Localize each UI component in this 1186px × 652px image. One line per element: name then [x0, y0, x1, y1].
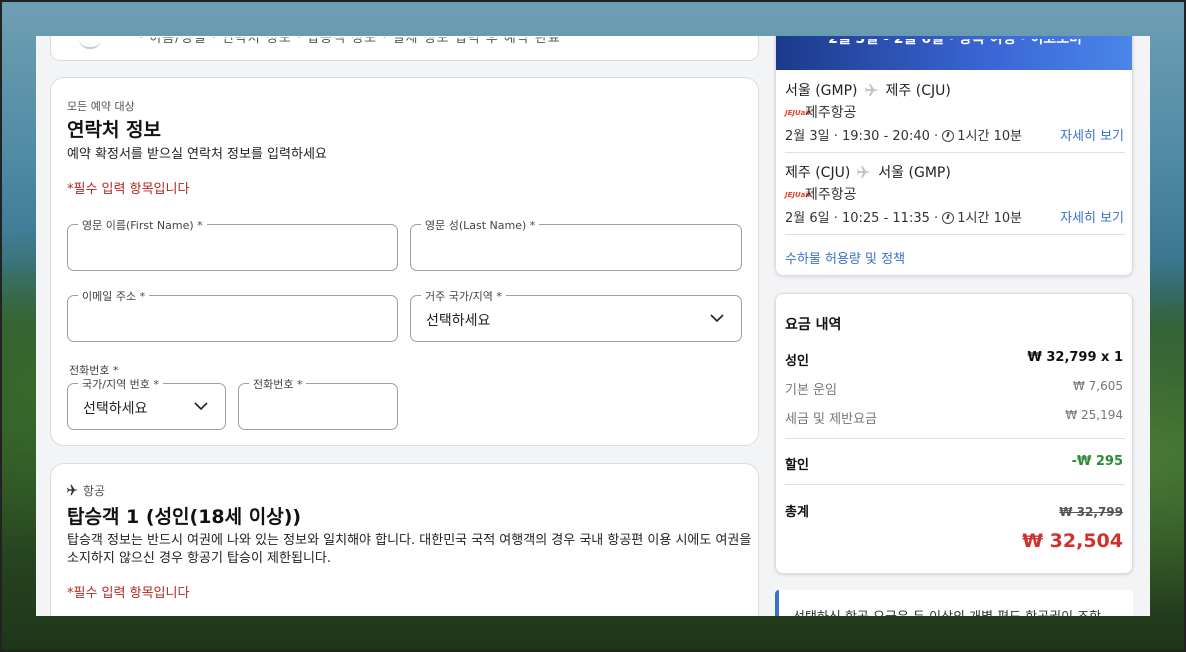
- phone-country-label: 국가/지역 번호 *: [78, 376, 163, 392]
- airplane-icon: [857, 166, 872, 178]
- required-note: *필수 입력 항목입니다: [67, 182, 190, 197]
- first-name-field[interactable]: 영문 이름(First Name) *: [67, 217, 398, 271]
- leg-2-from: 제주 (CJU): [785, 165, 851, 181]
- airline-logo: JEJUair: [785, 191, 812, 199]
- country-label: 거주 국가/지역 *: [421, 288, 506, 304]
- leg-2-airline-name: 제주항공: [805, 187, 857, 203]
- last-name-label: 영문 성(Last Name) *: [421, 217, 540, 233]
- fare-adult-label: 성인: [785, 354, 809, 369]
- passenger-description: 탑승객 정보는 반드시 여권에 나와 있는 정보와 일치해야 합니다. 대한민국…: [67, 533, 752, 566]
- notice-card: 선택하신 항공 요금은 두 이상의 개별 편도 항공권이 조합: [775, 590, 1133, 616]
- chevron-down-icon: [710, 314, 724, 323]
- fare-base-label: 기본 운임: [785, 383, 837, 398]
- fare-total-label: 총계: [785, 505, 809, 520]
- airplane-icon: [67, 484, 79, 496]
- fare-divider: [785, 438, 1125, 439]
- flight-summary-header-text: 2월 3일 - 2월 6일 · 왕복 여행 · 이코노미: [828, 36, 1082, 47]
- fare-title: 요금 내역: [785, 317, 842, 333]
- fare-tax-label: 세금 및 제반요금: [785, 412, 877, 427]
- fare-discount-value: -₩ 295: [1071, 454, 1123, 469]
- fare-discount-label: 할인: [785, 458, 809, 473]
- airplane-icon: [864, 84, 879, 96]
- chevron-down-icon: [194, 402, 208, 411]
- leg-1-duration: 1시간 10분: [957, 129, 1023, 144]
- contact-title: 연락처 정보: [67, 119, 162, 141]
- leg-1-airline: JEJUair제주항공: [785, 102, 857, 122]
- leg-1-to: 제주 (CJU): [885, 83, 951, 99]
- phone-country-select[interactable]: 국가/지역 번호 * 선택하세요: [67, 376, 226, 430]
- contact-eyebrow: 모든 예약 대상: [67, 100, 135, 113]
- fare-breakdown-card: 요금 내역 성인 ₩ 32,799 x 1 기본 운임 ₩ 7,605 세금 및…: [775, 293, 1133, 574]
- leg-2-airline: JEJUair제주항공: [785, 184, 857, 204]
- leg-2-duration: 1시간 10분: [957, 211, 1023, 226]
- leg-2-route: 제주 (CJU) 서울 (GMP): [785, 162, 951, 182]
- phone-number-field[interactable]: 전화번호 *: [238, 376, 398, 430]
- fare-divider: [785, 484, 1125, 485]
- leg-1-schedule: 2월 3일 · 19:30 - 20:40 ·: [785, 129, 939, 144]
- notice-text: 선택하신 항공 요금은 두 이상의 개별 편도 항공권이 조합: [793, 606, 1101, 616]
- fare-total-price: ₩ 32,504: [1022, 530, 1123, 552]
- progress-strip: · 이름/성별 · 연락처 정보 · 탑승객 정보 · 결제 정보 입력 후 예…: [50, 36, 759, 61]
- strip-icon: [79, 36, 101, 49]
- leg-1-details-link[interactable]: 자세히 보기: [1060, 125, 1124, 144]
- last-name-field[interactable]: 영문 성(Last Name) *: [410, 217, 742, 271]
- email-field[interactable]: 이메일 주소 *: [67, 288, 398, 342]
- clock-icon: [942, 212, 955, 224]
- contact-info-card: 모든 예약 대상 연락처 정보 예약 확정서를 받으실 연락처 정보를 입력하세…: [50, 77, 759, 446]
- leg-1-route: 서울 (GMP) 제주 (CJU): [785, 80, 951, 100]
- leg-divider: [785, 152, 1125, 153]
- flight-summary-header: 2월 3일 - 2월 6일 · 왕복 여행 · 이코노미: [776, 36, 1132, 70]
- leg-2-times: 2월 6일 · 10:25 - 11:35 · 1시간 10분: [785, 207, 1022, 226]
- country-select[interactable]: 거주 국가/지역 * 선택하세요: [410, 288, 742, 342]
- strip-text: · 이름/성별 · 연락처 정보 · 탑승객 정보 · 결제 정보 입력 후 예…: [139, 36, 561, 46]
- baggage-policy-link[interactable]: 수하물 허용량 및 정책: [785, 248, 905, 267]
- leg-1-from: 서울 (GMP): [785, 83, 858, 99]
- leg-2-schedule: 2월 6일 · 10:25 - 11:35 ·: [785, 211, 939, 226]
- passenger-eyebrow-text: 항공: [83, 484, 106, 498]
- fare-base-value: ₩ 7,605: [1072, 379, 1123, 393]
- leg-2-details-link[interactable]: 자세히 보기: [1060, 207, 1124, 226]
- clock-icon: [942, 130, 955, 142]
- passenger-card: 항공 탑승객 1 (성인(18세 이상)) 탑승객 정보는 반드시 여권에 나와…: [50, 463, 759, 616]
- passenger-eyebrow: 항공: [67, 482, 105, 499]
- fare-tax-value: ₩ 25,194: [1065, 408, 1123, 422]
- fare-total-original: ₩ 32,799: [1059, 505, 1123, 519]
- country-value: 선택하세요: [426, 313, 491, 329]
- contact-description: 예약 확정서를 받으실 연락처 정보를 입력하세요: [67, 147, 327, 162]
- phone-number-label: 전화번호 *: [249, 376, 307, 392]
- email-label: 이메일 주소 *: [78, 288, 150, 304]
- baggage-divider: [785, 234, 1125, 235]
- passenger-title: 탑승객 1 (성인(18세 이상)): [67, 506, 302, 528]
- booking-page: · 이름/성별 · 연락처 정보 · 탑승객 정보 · 결제 정보 입력 후 예…: [36, 36, 1150, 616]
- leg-1-airline-name: 제주항공: [805, 105, 857, 121]
- phone-country-value: 선택하세요: [83, 401, 148, 417]
- flight-summary-card: 2월 3일 - 2월 6일 · 왕복 여행 · 이코노미 서울 (GMP) 제주 …: [775, 36, 1133, 276]
- leg-1-times: 2월 3일 · 19:30 - 20:40 · 1시간 10분: [785, 125, 1022, 144]
- first-name-label: 영문 이름(First Name) *: [78, 217, 207, 233]
- airline-logo: JEJUair: [785, 109, 812, 117]
- fare-adult-value: ₩ 32,799 x 1: [1027, 350, 1123, 365]
- leg-2-to: 서울 (GMP): [878, 165, 951, 181]
- passenger-required-note: *필수 입력 항목입니다: [67, 586, 190, 601]
